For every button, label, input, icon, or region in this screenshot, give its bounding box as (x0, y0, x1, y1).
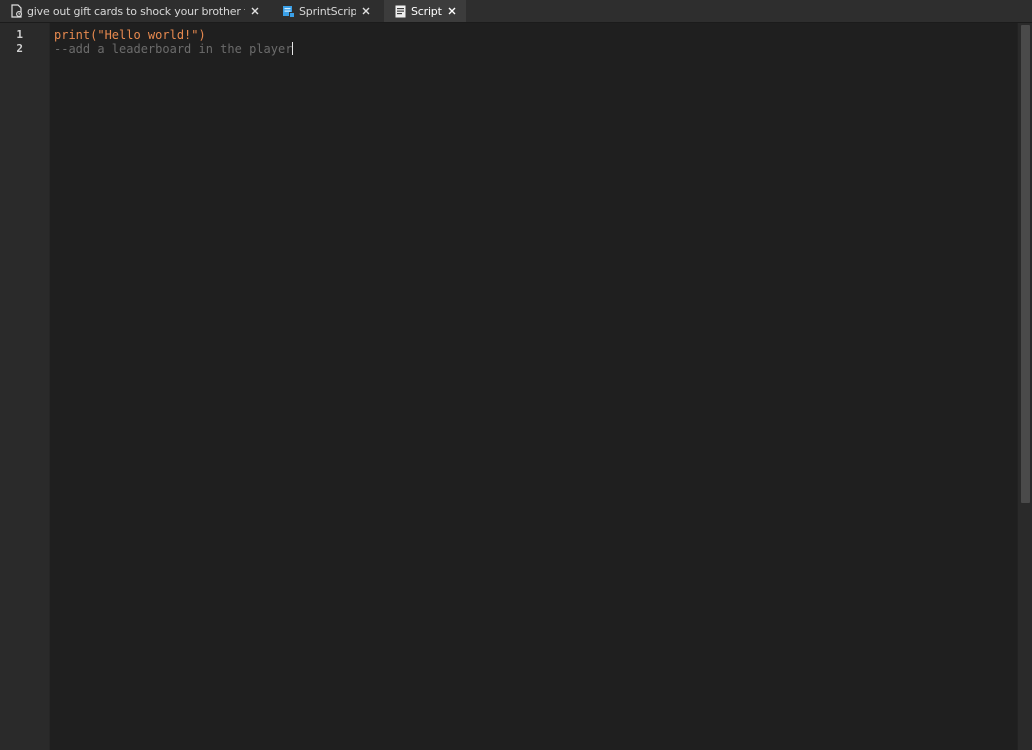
line-number-gutter: 1 2 (0, 23, 50, 750)
close-icon[interactable] (360, 5, 372, 17)
close-icon[interactable] (249, 5, 261, 17)
vertical-scrollbar[interactable] (1017, 23, 1032, 750)
text-cursor (292, 42, 294, 55)
tab-place[interactable]: give out gift cards to shock your brothe… (0, 0, 269, 22)
local-script-icon (282, 4, 295, 18)
script-editor-window: give out gift cards to shock your brothe… (0, 0, 1032, 750)
function-name: print (54, 28, 91, 42)
line-number: 2 (16, 42, 23, 55)
code-line-2[interactable]: --add a leaderboard in the player (54, 42, 294, 56)
tab-bar: give out gift cards to shock your brothe… (0, 0, 1032, 23)
code-editor[interactable]: 1 2 print("Hello world!") --add a leader… (0, 23, 1032, 750)
tab-script[interactable]: Script (384, 0, 466, 22)
line-number: 1 (16, 28, 23, 41)
scrollbar-thumb[interactable] (1021, 25, 1030, 503)
code-line-1[interactable]: print("Hello world!") (54, 28, 206, 42)
close-paren: ) (198, 28, 206, 42)
close-icon[interactable] (446, 5, 458, 17)
script-icon (394, 4, 407, 18)
tab-place-label: give out gift cards to shock your brothe… (27, 4, 245, 18)
string-literal: "Hello world!" (97, 28, 199, 42)
comment: --add a leaderboard in the player (54, 42, 293, 56)
tab-script-label: Script (411, 4, 442, 18)
tab-sprintscript[interactable]: SprintScript (272, 0, 380, 22)
place-document-icon (10, 4, 23, 18)
tab-sprintscript-label: SprintScript (299, 4, 356, 18)
